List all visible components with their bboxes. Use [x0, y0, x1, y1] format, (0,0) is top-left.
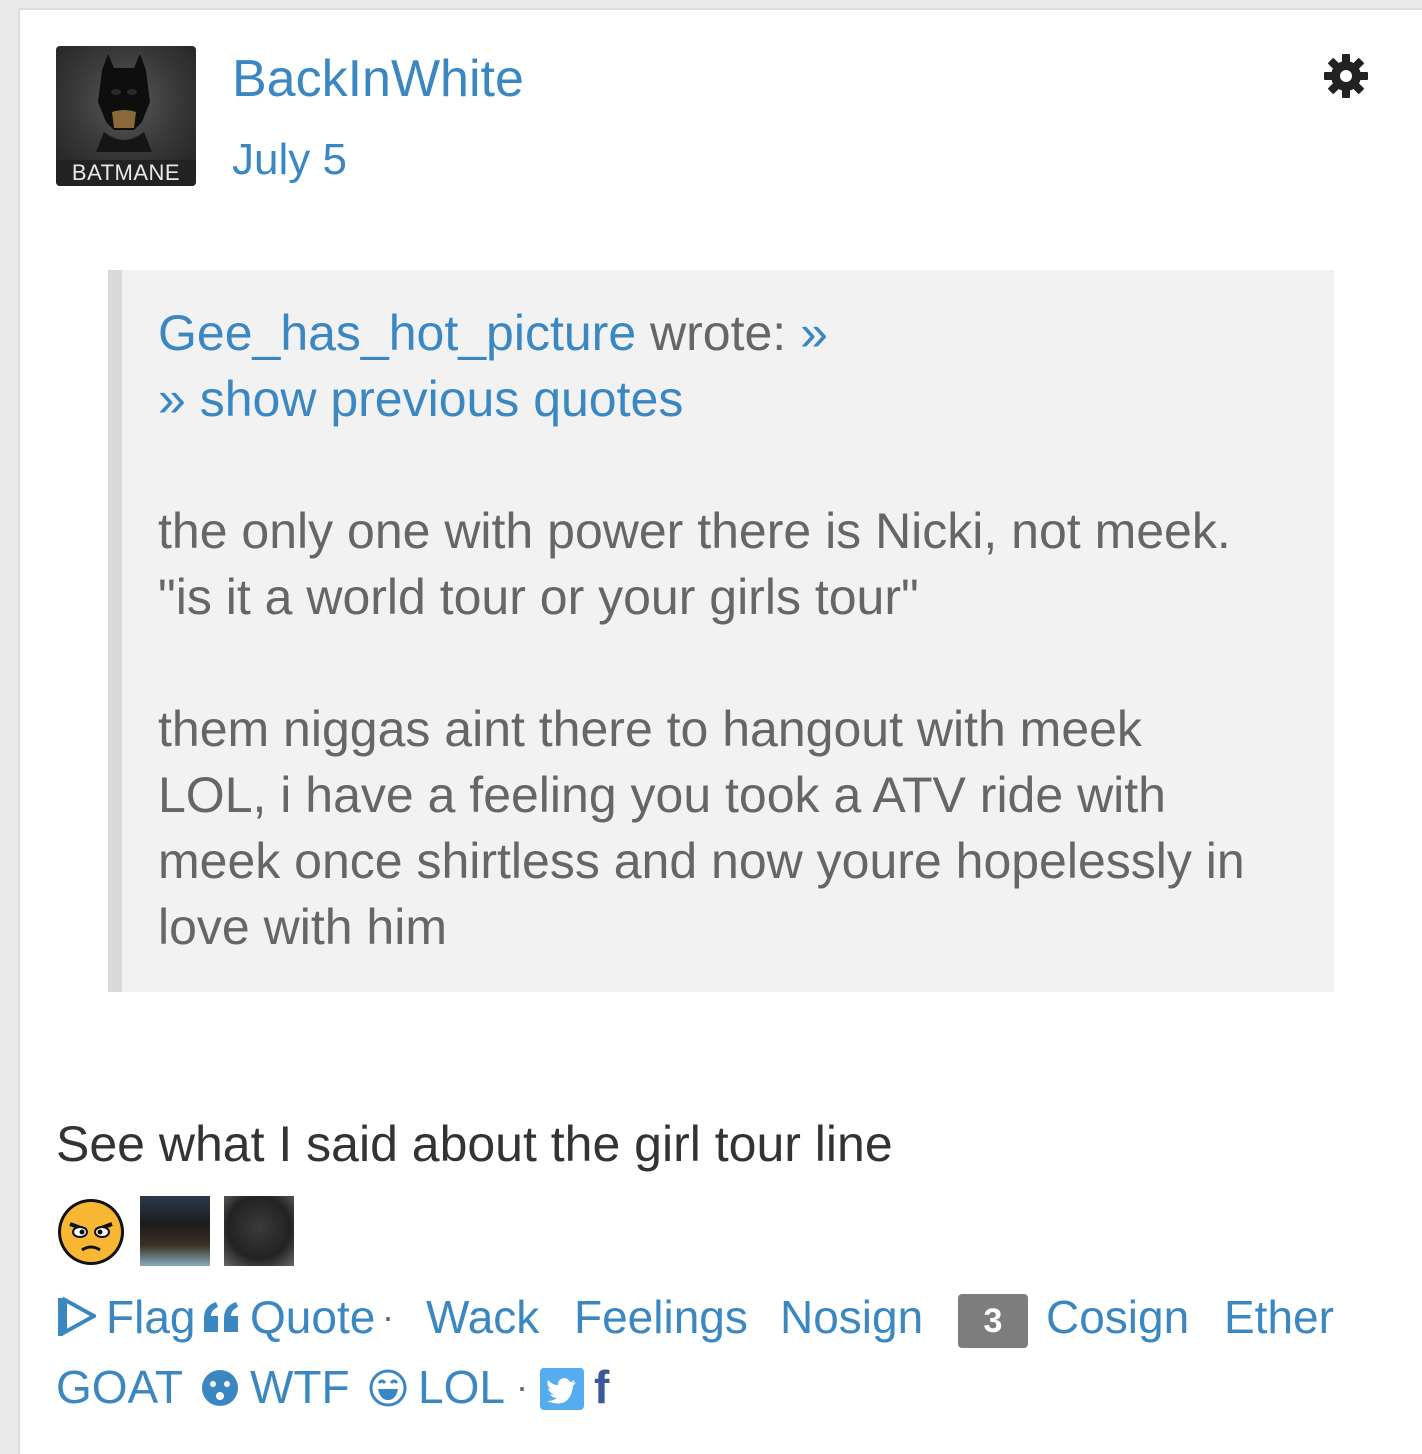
facebook-icon[interactable]: f: [594, 1352, 609, 1422]
username[interactable]: BackInWhite: [232, 48, 524, 110]
wtf-face-icon[interactable]: [200, 1368, 240, 1408]
lol-button[interactable]: LOL: [418, 1352, 505, 1422]
quote-wrote-label: wrote:: [636, 305, 801, 361]
quote-author-link[interactable]: Gee_has_hot_picture: [158, 305, 636, 361]
angry-emoji-icon[interactable]: [56, 1196, 126, 1266]
avatar-caption: BATMANE: [56, 160, 196, 186]
quote-jump-link[interactable]: »: [800, 305, 828, 361]
quote-button[interactable]: Quote: [250, 1282, 375, 1352]
cosign-count-badge: 3: [958, 1294, 1028, 1348]
separator: ·: [516, 1366, 528, 1407]
ether-button[interactable]: Ether: [1224, 1282, 1334, 1352]
quote-block: Gee_has_hot_picture wrote: » » show prev…: [108, 270, 1334, 992]
lol-face-icon[interactable]: [368, 1368, 408, 1408]
twitter-icon[interactable]: [540, 1368, 584, 1410]
post-body: See what I said about the girl tour line: [56, 1116, 893, 1172]
post-date[interactable]: July 5: [232, 134, 347, 186]
avatar[interactable]: BATMANE: [56, 46, 196, 186]
goat-button[interactable]: GOAT: [56, 1352, 183, 1422]
gear-icon[interactable]: [1322, 52, 1370, 100]
quote-header: Gee_has_hot_picture wrote: »: [158, 300, 828, 366]
reactor-avatar[interactable]: [140, 1196, 210, 1266]
flag-button[interactable]: Flag: [106, 1282, 195, 1352]
quote-paragraph: them niggas aint there to hangout with m…: [158, 701, 1245, 955]
wtf-button[interactable]: WTF: [250, 1352, 350, 1422]
wack-button[interactable]: Wack: [426, 1282, 539, 1352]
batman-mask-image: [96, 54, 152, 152]
quote-paragraph: the only one with power there is Nicki, …: [158, 503, 1231, 625]
quote-icon[interactable]: [202, 1302, 242, 1332]
show-previous-quotes-link[interactable]: » show previous quotes: [158, 366, 683, 432]
reactor-avatar[interactable]: [224, 1196, 294, 1266]
cosign-button[interactable]: Cosign: [1046, 1282, 1189, 1352]
separator: ·: [382, 1296, 394, 1337]
nosign-button[interactable]: Nosign: [780, 1282, 923, 1352]
feelings-button[interactable]: Feelings: [574, 1282, 748, 1352]
flag-icon[interactable]: [56, 1296, 96, 1338]
post-card: BATMANE BackInWhite July 5 Gee_has_hot_p…: [18, 8, 1422, 1454]
